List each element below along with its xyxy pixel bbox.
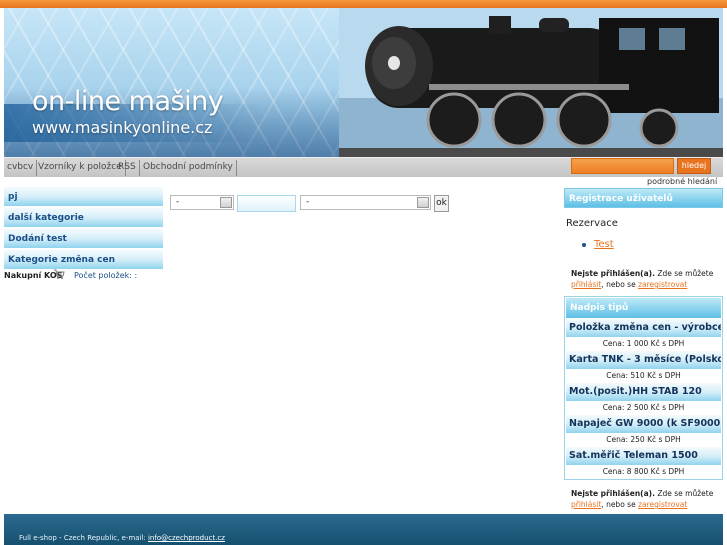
- login-notice-mid: , nebo se: [601, 280, 636, 289]
- login-notice-text: Zde se můžete: [657, 489, 714, 498]
- tips-box: Nadpis tipů Položka změna cen - výrobce …: [564, 296, 723, 480]
- tip-item-name[interactable]: Sat.měřič Teleman 1500: [566, 447, 721, 465]
- tips-header: Nadpis tipů: [566, 298, 721, 318]
- filter-ok-button[interactable]: ok: [434, 195, 449, 212]
- tip-item-price: Cena: 1 000 Kč s DPH: [602, 339, 685, 348]
- filter-select-2-value: -: [306, 197, 310, 207]
- category-item-dodani-test[interactable]: Dodání test: [4, 229, 163, 248]
- registration-header[interactable]: Registrace uživatelů: [564, 188, 723, 208]
- tip-item-price: Cena: 2 500 Kč s DPH: [602, 403, 685, 412]
- register-link[interactable]: zaregistrovat: [638, 500, 687, 509]
- header-banner: on-line mašiny www.masinkyonline.cz: [4, 8, 723, 157]
- tip-item-name[interactable]: Položka změna cen - výrobce 1: [566, 319, 721, 337]
- search-input[interactable]: [571, 158, 674, 174]
- cart-item-count: Počet položek: :: [74, 271, 138, 280]
- footer-copy: Full e-shop - Czech Republic, e-mail:: [19, 534, 146, 542]
- footer-text: Full e-shop - Czech Republic, e-mail: in…: [19, 534, 225, 542]
- locomotive-image: [339, 8, 723, 157]
- dropdown-arrow-icon: [220, 197, 232, 208]
- login-notice-bottom: Nejste přihlášen(a). Zde se můžete přihl…: [571, 488, 721, 510]
- tip-item-price: Cena: 250 Kč s DPH: [606, 435, 681, 444]
- cart-icon[interactable]: [53, 268, 65, 280]
- category-item-pj[interactable]: pj: [4, 187, 163, 206]
- nav-item-cvbcv[interactable]: cvbcv: [4, 160, 38, 176]
- filter-select-1[interactable]: -: [170, 195, 234, 210]
- register-link[interactable]: zaregistrovat: [638, 280, 687, 289]
- nav-item-vzorniky[interactable]: Vzorníky k položce: [35, 160, 126, 176]
- filter-select-1-value: -: [176, 197, 180, 207]
- reservation-test-link[interactable]: Test: [594, 239, 614, 250]
- tip-item-name[interactable]: Karta TNK - 3 měsíce (Polsko): [566, 351, 721, 369]
- filter-input[interactable]: [237, 195, 296, 212]
- login-notice-top: Nejste přihlášen(a). Zde se můžete přihl…: [571, 268, 721, 290]
- login-notice-bold: Nejste přihlášen(a).: [571, 269, 655, 278]
- login-notice-text: Zde se můžete: [657, 269, 714, 278]
- nav-item-rss[interactable]: RSS: [115, 160, 140, 176]
- site-url: www.masinkyonline.cz: [32, 118, 213, 137]
- advanced-search-link[interactable]: podrobné hledání: [647, 177, 717, 186]
- nav-item-obchodni-podminky[interactable]: Obchodní podmínky: [140, 160, 237, 176]
- tip-item-name[interactable]: Napaječ GW 9000 (k SF9000): [566, 415, 721, 433]
- tip-item-price: Cena: 510 Kč s DPH: [606, 371, 681, 380]
- login-link[interactable]: přihlásit: [571, 280, 601, 289]
- login-link[interactable]: přihlásit: [571, 500, 601, 509]
- top-accent-stripe: [0, 0, 727, 8]
- filter-select-2[interactable]: -: [300, 195, 431, 210]
- login-notice-mid: , nebo se: [601, 500, 636, 509]
- category-item-dalsi-kategorie[interactable]: další kategorie: [4, 208, 163, 227]
- category-item-kategorie-zmena-cen[interactable]: Kategorie změna cen: [4, 250, 163, 269]
- search-button[interactable]: hledej: [677, 158, 711, 174]
- tip-item-name[interactable]: Mot.(posit.)HH STAB 120: [566, 383, 721, 401]
- reservation-title: Rezervace: [566, 218, 618, 229]
- site-title: on-line mašiny: [32, 86, 224, 117]
- tip-item-price: Cena: 8 800 Kč s DPH: [602, 467, 685, 476]
- footer-email-link[interactable]: info@czechproduct.cz: [148, 534, 225, 542]
- bullet-icon: [582, 243, 586, 247]
- dropdown-arrow-icon: [417, 197, 429, 208]
- login-notice-bold: Nejste přihlášen(a).: [571, 489, 655, 498]
